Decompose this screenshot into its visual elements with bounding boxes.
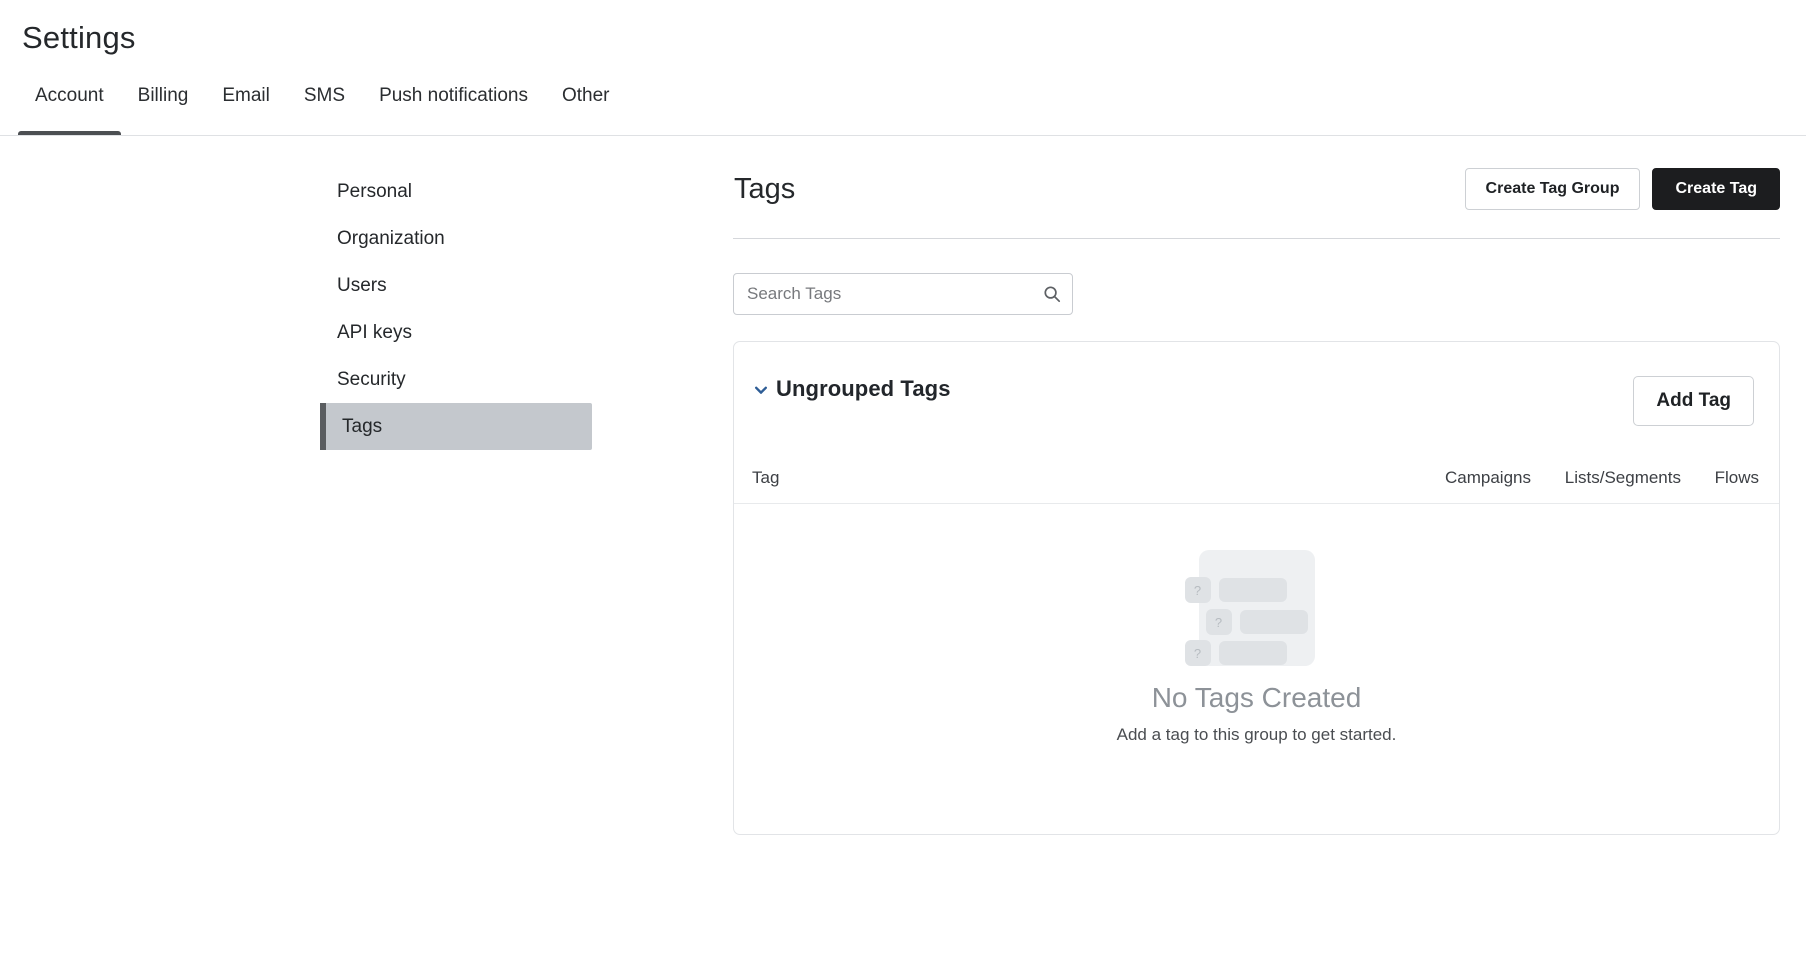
illustration-row: ?	[1205, 609, 1308, 636]
illustration-bar	[1239, 610, 1308, 635]
tab-email[interactable]: Email	[205, 84, 287, 136]
column-header-campaigns: Campaigns	[1445, 467, 1531, 487]
settings-tabbar: Account Billing Email SMS Push notificat…	[0, 84, 1806, 137]
illustration-bar	[1218, 641, 1287, 666]
sidebar-item-security[interactable]: Security	[320, 356, 592, 403]
illustration-row: ?	[1184, 577, 1287, 604]
tabbar-divider	[0, 135, 1806, 137]
page-title: Settings	[22, 20, 136, 55]
tab-push-notifications[interactable]: Push notifications	[362, 84, 545, 136]
empty-state-subtitle: Add a tag to this group to get started.	[1116, 725, 1397, 745]
chevron-down-icon[interactable]	[753, 382, 769, 398]
tab-sms[interactable]: SMS	[287, 84, 362, 136]
tags-page-title: Tags	[734, 173, 796, 206]
create-tag-button[interactable]: Create Tag	[1652, 168, 1780, 211]
question-mark-icon: ?	[1184, 640, 1211, 667]
settings-sidebar: Personal Organization Users API keys Sec…	[0, 168, 733, 835]
tab-billing[interactable]: Billing	[121, 84, 206, 136]
tags-main-panel: Tags Create Tag Group Create Tag Search …	[733, 168, 1806, 836]
question-mark-icon: ?	[1184, 577, 1211, 604]
column-header-tag: Tag	[752, 467, 780, 487]
sidebar-item-users[interactable]: Users	[320, 262, 592, 309]
sidebar-selected-accent-bar	[320, 403, 326, 451]
sidebar-item-personal[interactable]: Personal	[320, 168, 592, 215]
group-title-toggle[interactable]: Ungrouped Tags	[752, 376, 951, 402]
empty-state-illustration: ? ? ?	[1184, 550, 1315, 667]
empty-state-title: No Tags Created	[1151, 682, 1362, 714]
sidebar-item-tags-label: Tags	[342, 415, 383, 437]
column-header-flows: Flows	[1714, 467, 1759, 487]
tab-account[interactable]: Account	[18, 84, 121, 137]
settings-body: Personal Organization Users API keys Sec…	[0, 136, 1806, 836]
illustration-row: ?	[1184, 640, 1287, 667]
create-tag-group-button[interactable]: Create Tag Group	[1464, 168, 1641, 211]
illustration-bar	[1218, 578, 1287, 603]
tags-table-header: Tag Campaigns Lists/Segments Flows	[734, 452, 1779, 505]
tags-header-actions: Create Tag Group Create Tag	[1464, 168, 1780, 211]
add-tag-button[interactable]: Add Tag	[1633, 376, 1754, 427]
tags-empty-state: ? ? ? No Tags Created Add a tag to this …	[734, 504, 1779, 745]
group-title-label: Ungrouped Tags	[776, 376, 951, 402]
tab-other-label: Other	[561, 85, 610, 107]
sidebar-item-api-keys[interactable]: API keys	[320, 309, 592, 356]
tags-header-row: Tags Create Tag Group Create Tag	[733, 168, 1780, 240]
tab-other[interactable]: Other	[545, 84, 627, 136]
column-header-lists-segments: Lists/Segments	[1564, 467, 1681, 487]
sidebar-item-tags[interactable]: Tags	[320, 403, 592, 451]
tab-account-label: Account	[35, 85, 104, 107]
sidebar-item-users-label: Users	[337, 274, 387, 296]
search-box	[733, 273, 1073, 316]
tab-push-notifications-label: Push notifications	[379, 85, 528, 107]
question-mark-icon: ?	[1205, 609, 1232, 636]
search-tags-input[interactable]	[733, 273, 1073, 316]
ungrouped-tags-card: Ungrouped Tags Add Tag Tag Campaigns Lis…	[733, 341, 1780, 836]
page-header: Settings	[0, 0, 1806, 58]
sidebar-item-api-keys-label: API keys	[337, 321, 412, 343]
sidebar-item-security-label: Security	[337, 368, 406, 390]
tags-search-row	[733, 239, 1780, 316]
tab-list: Account Billing Email SMS Push notificat…	[18, 84, 1806, 137]
tab-sms-label: SMS	[303, 85, 346, 107]
tab-email-label: Email	[222, 85, 270, 107]
sidebar-item-personal-label: Personal	[337, 180, 412, 202]
sidebar-nav-list: Personal Organization Users API keys Sec…	[320, 168, 592, 451]
sidebar-item-organization-label: Organization	[337, 227, 445, 249]
tab-billing-label: Billing	[137, 85, 189, 107]
group-card-header: Ungrouped Tags Add Tag	[734, 342, 1779, 452]
sidebar-item-organization[interactable]: Organization	[320, 215, 592, 262]
